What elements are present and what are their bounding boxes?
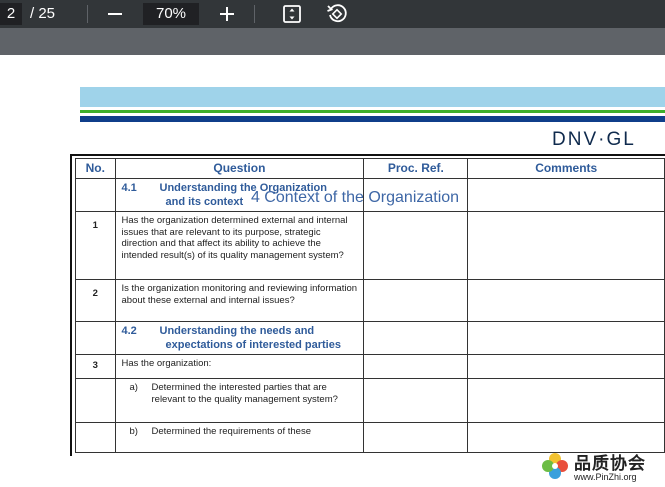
watermark-url: www.PinZhi.org bbox=[574, 472, 637, 482]
page-number-input[interactable]: 2 bbox=[0, 3, 22, 25]
proc-ref-cell[interactable] bbox=[363, 354, 469, 379]
proc-ref-cell[interactable] bbox=[363, 178, 469, 212]
subsection-heading: 4.2 Understanding the needs and expectati… bbox=[121, 325, 341, 351]
table-row: 3 Has the organization: bbox=[75, 354, 665, 379]
questionnaire-table: No. Question Proc. Ref. Comments 4.1 Unde… bbox=[75, 158, 665, 453]
comments-cell[interactable] bbox=[467, 321, 665, 355]
watermark-cn-text: 品质协会 bbox=[574, 454, 646, 474]
plus-icon bbox=[220, 7, 234, 21]
table-row: 2 Is the organization monitoring and rev… bbox=[75, 279, 665, 322]
pdf-toolbar: 2 / 25 70% bbox=[0, 0, 665, 28]
question-cell: Has the organization: bbox=[114, 354, 365, 379]
toolbar-divider bbox=[87, 5, 88, 23]
proc-ref-cell[interactable] bbox=[363, 378, 469, 423]
row-no bbox=[75, 321, 116, 355]
question-cell: 4.2 Understanding the needs and expectati… bbox=[114, 321, 365, 355]
subsection-heading: 4.1 Understanding the Organization and it… bbox=[121, 182, 327, 208]
comments-cell[interactable] bbox=[467, 211, 665, 280]
fit-page-icon bbox=[283, 5, 301, 23]
page-total-label: / 25 bbox=[30, 5, 56, 22]
table-row: 1 Has the organization determined extern… bbox=[75, 211, 665, 280]
header-comments: Comments bbox=[467, 158, 665, 179]
row-no: 2 bbox=[75, 279, 116, 322]
comments-cell[interactable] bbox=[467, 354, 665, 379]
row-no: 1 bbox=[75, 211, 116, 280]
table-header-row: No. Question Proc. Ref. Comments bbox=[75, 158, 665, 179]
question-cell: a) Determined the interested parties tha… bbox=[114, 378, 365, 423]
header-question: Question bbox=[114, 158, 365, 179]
header-band-green bbox=[80, 110, 665, 113]
comments-cell[interactable] bbox=[467, 279, 665, 322]
dnvgl-logo: DNV·GL bbox=[552, 129, 636, 150]
proc-ref-cell[interactable] bbox=[363, 321, 469, 355]
proc-ref-cell[interactable] bbox=[363, 211, 469, 280]
comments-cell[interactable] bbox=[467, 378, 665, 423]
proc-ref-cell[interactable] bbox=[363, 422, 469, 453]
zoom-in-button[interactable] bbox=[215, 2, 239, 26]
sub-item: a) Determined the interested parties tha… bbox=[129, 382, 338, 405]
row-no: 3 bbox=[75, 354, 116, 379]
table-row: 4.1 Understanding the Organization and it… bbox=[75, 178, 665, 212]
zoom-out-button[interactable] bbox=[103, 2, 127, 26]
row-no bbox=[75, 422, 116, 453]
sub-item: b) Determined the requirements of these bbox=[129, 426, 311, 437]
rotate-icon bbox=[327, 4, 347, 23]
header-band-blue bbox=[80, 116, 665, 122]
header-band-light bbox=[80, 87, 665, 107]
comments-cell[interactable] bbox=[467, 178, 665, 212]
flower-logo-icon bbox=[542, 453, 568, 479]
minus-icon bbox=[108, 13, 122, 15]
question-cell: Is the organization monitoring and revie… bbox=[114, 279, 365, 322]
question-cell: b) Determined the requirements of these bbox=[114, 422, 365, 453]
toolbar-divider bbox=[254, 5, 255, 23]
question-cell: Has the organization determined external… bbox=[114, 211, 365, 280]
row-no bbox=[75, 178, 116, 212]
header-proc-ref: Proc. Ref. bbox=[363, 158, 469, 179]
zoom-level-input[interactable]: 70% bbox=[143, 3, 199, 25]
proc-ref-cell[interactable] bbox=[363, 279, 469, 322]
fit-page-button[interactable] bbox=[280, 2, 304, 26]
row-no bbox=[75, 378, 116, 423]
question-cell: 4.1 Understanding the Organization and it… bbox=[114, 178, 365, 212]
header-no: No. bbox=[75, 158, 116, 179]
pinzhi-watermark: 品质协会 www.PinZhi.org bbox=[540, 445, 665, 487]
rotate-button[interactable] bbox=[325, 2, 349, 26]
table-row: 4.2 Understanding the needs and expectati… bbox=[75, 321, 665, 355]
table-row: a) Determined the interested parties tha… bbox=[75, 378, 665, 423]
